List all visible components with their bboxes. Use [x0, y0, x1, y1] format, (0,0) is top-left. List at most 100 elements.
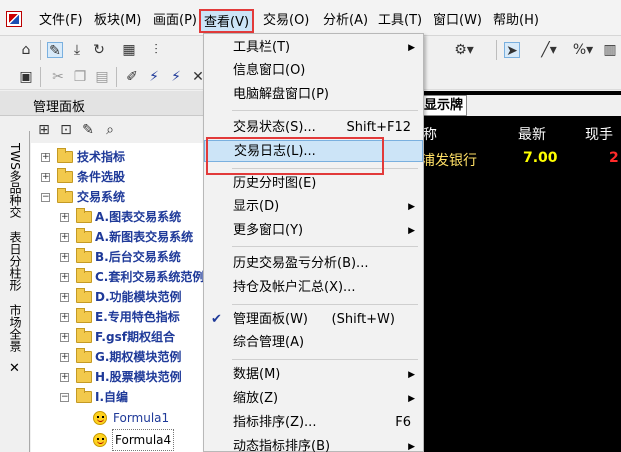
expander-icon[interactable]: + — [60, 253, 69, 262]
line-tool-icon[interactable]: ╱▾ — [534, 42, 564, 58]
tree-node-label: D.功能模块范例 — [95, 290, 182, 304]
add-icon[interactable]: ⊞ — [36, 122, 52, 138]
menu-trade[interactable]: 交易(O) — [263, 12, 309, 30]
folder-icon — [76, 388, 92, 403]
percent-icon[interactable]: %▾ — [568, 42, 598, 58]
tree-node-label: G.期权模块范例 — [95, 350, 182, 364]
expander-icon[interactable]: + — [60, 333, 69, 342]
tree-node-label: A.图表交易系统 — [95, 210, 182, 224]
tree-node-label: 技术指标 — [77, 150, 126, 164]
menu-item-pnl-analysis[interactable]: 历史交易盈亏分析(B)... — [204, 253, 423, 275]
pencil-icon[interactable]: ✎ — [47, 42, 63, 59]
expander-icon[interactable]: + — [60, 353, 69, 362]
signal-up-icon[interactable]: ⚡ — [146, 69, 162, 85]
menu-item-more-windows[interactable]: 更多窗口(Y) ▶ — [204, 220, 423, 242]
home-icon[interactable]: ⌂ — [18, 42, 34, 58]
new-folder-icon[interactable]: ⊡ — [58, 122, 74, 138]
menu-sector[interactable]: 板块(M) — [94, 12, 141, 30]
menu-view[interactable]: 查看(V) — [199, 9, 255, 33]
edit-icon[interactable]: ✎ — [80, 122, 96, 138]
tab-quote-board[interactable]: 显示牌 — [421, 95, 467, 116]
menu-item-history-chart[interactable]: 历史分时图(E) — [204, 173, 423, 195]
cursor-icon[interactable]: ➤ — [504, 42, 520, 59]
tree-node-label: E.专用特色指标 — [95, 310, 180, 324]
app-window: 文件(F) 板块(M) 画面(P) 查看(V) 交易(O) 分析(A) 工具(T… — [0, 0, 621, 452]
menu-file[interactable]: 文件(F) — [39, 12, 83, 30]
menu-tools[interactable]: 工具(T) — [378, 12, 422, 30]
menu-item-analysis-window[interactable]: 电脑解盘窗口(P) — [204, 84, 423, 106]
gear-icon[interactable]: ⚙▾ — [449, 42, 479, 58]
refresh-icon[interactable]: ↻ — [91, 42, 107, 58]
menu-item-toolbar[interactable]: 工具栏(T) ▶ — [204, 37, 423, 59]
folder-icon — [57, 188, 73, 203]
vtab-tws[interactable]: TWS多品种交 — [4, 143, 26, 218]
ruler-icon[interactable]: ▥ — [602, 42, 618, 58]
expander-icon[interactable]: + — [60, 293, 69, 302]
menu-item-manage-panel[interactable]: ✔ 管理面板(W) (Shift+W) — [204, 309, 423, 331]
menu-help[interactable]: 帮助(H) — [493, 12, 539, 30]
expander-icon[interactable]: + — [60, 233, 69, 242]
checkmark-icon: ✔ — [211, 312, 222, 327]
menu-item-positions[interactable]: 持仓及帐户汇总(X)... — [204, 277, 423, 299]
submenu-arrow-icon: ▶ — [408, 202, 415, 212]
formula-label: Formula4 — [112, 429, 175, 451]
folder-icon — [76, 348, 92, 363]
menu-item-display[interactable]: 显示(D) ▶ — [204, 196, 423, 218]
expander-icon[interactable]: + — [60, 273, 69, 282]
vtab-table[interactable]: 表日分柱形 — [4, 231, 26, 291]
search-icon[interactable]: ⌕ — [102, 122, 118, 138]
tree-node-label: 条件选股 — [77, 170, 126, 184]
tab-strip — [467, 95, 621, 116]
menu-item-data[interactable]: 数据(M) ▶ — [204, 364, 423, 386]
close-icon[interactable]: ✕ — [9, 361, 20, 376]
expander-icon[interactable]: + — [60, 373, 69, 382]
menu-bar: 文件(F) 板块(M) 画面(P) 查看(V) 交易(O) 分析(A) 工具(T… — [0, 0, 621, 36]
formula-label: Formula1 — [113, 411, 170, 425]
menu-item-info-window[interactable]: 信息窗口(O) — [204, 60, 423, 82]
folder-icon — [76, 368, 92, 383]
expander-icon[interactable]: + — [60, 313, 69, 322]
submenu-arrow-icon: ▶ — [408, 43, 415, 53]
menu-item-zoom[interactable]: 缩放(Z) ▶ — [204, 388, 423, 410]
bar-chart-icon[interactable]: ⫶ — [148, 42, 164, 58]
vertical-tabs: TWS多品种交 表日分柱形 市场全景 ✕ — [0, 131, 30, 452]
panel-toolbar: ⊞ ⊡ ✎ ⌕ — [30, 117, 230, 143]
menu-item-indicator-sort[interactable]: 指标排序(Z)... F6 — [204, 412, 423, 434]
folder-icon — [76, 248, 92, 263]
menu-item-general-manage[interactable]: 综合管理(A) — [204, 332, 423, 354]
panel-title: 管理面板 — [33, 100, 86, 115]
cell-name[interactable]: 浦发银行 — [421, 150, 477, 170]
expander-icon[interactable]: − — [60, 393, 69, 402]
menu-item-dynamic-sort[interactable]: 动态指标排序(B) ▶ — [204, 436, 423, 452]
paste-icon[interactable]: ▤ — [94, 69, 110, 85]
signal-down-icon[interactable]: ⚡ — [168, 69, 184, 85]
menu-analysis[interactable]: 分析(A) — [323, 12, 368, 30]
vtab-market[interactable]: 市场全景 — [4, 304, 26, 352]
folder-icon — [76, 328, 92, 343]
header-name: 称 — [423, 127, 437, 143]
menu-item-trade-status[interactable]: 交易状态(S)... Shift+F12 — [204, 117, 423, 139]
cell-volume: 2 — [609, 150, 619, 166]
grid-menu-icon[interactable]: ▦ — [114, 42, 144, 58]
menu-screen[interactable]: 画面(P) — [153, 12, 197, 30]
tree-node-label: A.新图表交易系统 — [95, 230, 194, 244]
tree-node-label: F.gsf期权组合 — [95, 330, 175, 344]
cut-icon[interactable]: ✂ — [50, 69, 66, 85]
draw-tool-icon[interactable]: ✐ — [124, 69, 140, 85]
submenu-arrow-icon: ▶ — [408, 370, 415, 380]
smiley-icon — [93, 433, 107, 447]
save-icon[interactable]: ▣ — [18, 69, 34, 85]
folder-icon — [76, 268, 92, 283]
expander-icon[interactable]: + — [41, 173, 50, 182]
folder-icon — [76, 228, 92, 243]
download-icon[interactable]: ⤓ — [69, 42, 85, 58]
expander-icon[interactable]: + — [41, 153, 50, 162]
expander-icon[interactable]: − — [41, 193, 50, 202]
expander-icon[interactable]: + — [60, 213, 69, 222]
copy-icon[interactable]: ❐ — [72, 69, 88, 85]
quote-board: 显示牌 称 最新 现手 浦发银行 7.00 2 — [421, 91, 621, 452]
folder-icon — [57, 168, 73, 183]
menu-window[interactable]: 窗口(W) — [433, 12, 482, 30]
folder-icon — [76, 288, 92, 303]
tree-node-label: B.后台交易系统 — [95, 250, 181, 264]
